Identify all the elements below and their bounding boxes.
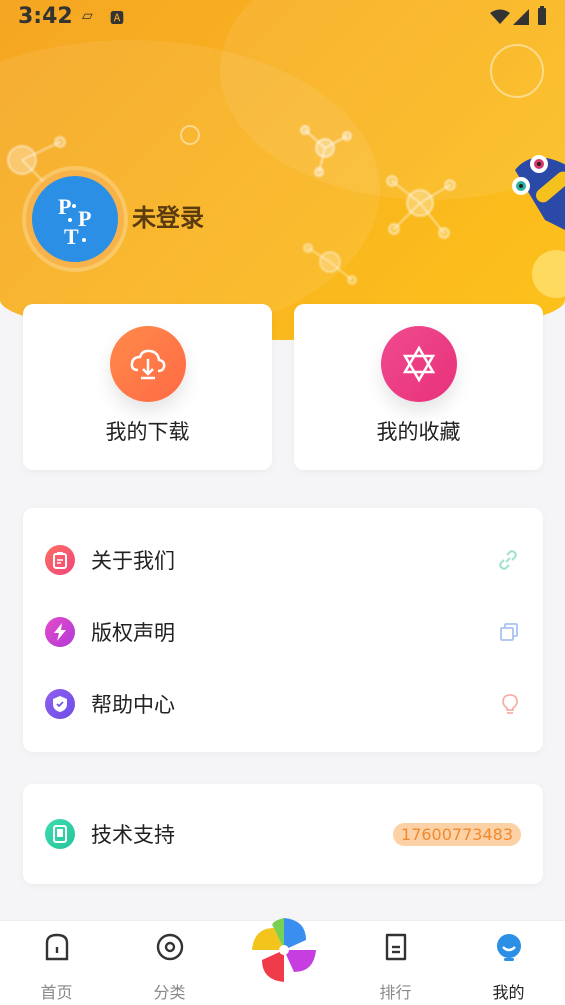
- profile-icon: [497, 934, 521, 961]
- pinwheel-icon[interactable]: [248, 914, 320, 986]
- menu-card: 关于我们 版权声明 帮助中心: [23, 508, 543, 752]
- bulb-icon: [502, 694, 518, 714]
- menu-item-about[interactable]: 关于我们: [23, 532, 543, 588]
- menu-item-label: 版权声明: [91, 621, 175, 645]
- signal-icon: [513, 9, 529, 25]
- support-card: 技术支持 17600773483: [23, 784, 543, 884]
- phone-number-badge[interactable]: 17600773483: [393, 822, 521, 846]
- category-icon: [156, 933, 184, 961]
- copy-icon: [500, 623, 518, 641]
- svg-text:P: P: [78, 206, 91, 231]
- username[interactable]: 未登录: [132, 198, 204, 233]
- tab-category[interactable]: 分类: [113, 921, 226, 1005]
- menu-item-support[interactable]: 技术支持 17600773483: [23, 806, 543, 862]
- app-notification-icon: 🅰: [110, 11, 124, 27]
- ranking-icon: [385, 933, 407, 961]
- menu-item-copyright[interactable]: 版权声明: [23, 604, 543, 660]
- menu-item-label: 关于我们: [91, 549, 175, 573]
- link-icon: [499, 550, 517, 570]
- ptp-logo-icon: P P T: [58, 194, 91, 249]
- downloads-label: 我的下载: [105, 420, 190, 444]
- tab-ranking[interactable]: 排行: [339, 921, 452, 1005]
- downloads-card[interactable]: 我的下载: [23, 304, 272, 470]
- decor-bubble: [532, 250, 565, 298]
- favorites-card[interactable]: 我的收藏: [294, 304, 543, 470]
- menu-item-label: 技术支持: [91, 823, 175, 847]
- star-of-david-icon: [381, 326, 457, 402]
- tab-label: 首页: [40, 983, 73, 1002]
- notification-icon: ▱: [82, 8, 93, 24]
- status-bar: 3:42 ▱ 🅰: [0, 0, 565, 36]
- molecule-decor-icon: [299, 124, 353, 178]
- home-icon: [45, 933, 69, 961]
- tab-profile[interactable]: 我的: [452, 921, 565, 1005]
- mascot-icon: [512, 155, 565, 230]
- avatar[interactable]: P P T: [26, 170, 124, 268]
- clipboard-icon: [45, 545, 75, 575]
- shield-icon: [45, 689, 75, 719]
- tab-label: 我的: [492, 983, 525, 1002]
- svg-text:T: T: [64, 224, 79, 249]
- phone-icon: [45, 819, 75, 849]
- decor-bubble: [180, 125, 200, 145]
- lightning-icon: [45, 617, 75, 647]
- molecule-decor-icon: [385, 174, 457, 240]
- cloud-download-icon: [110, 326, 186, 402]
- molecule-decor-icon: [302, 242, 358, 286]
- tab-home[interactable]: 首页: [0, 921, 113, 1005]
- wifi-icon: [490, 9, 510, 24]
- favorites-label: 我的收藏: [376, 420, 461, 444]
- status-time: 3:42: [18, 4, 73, 29]
- menu-item-label: 帮助中心: [91, 693, 175, 717]
- tab-label: 分类: [153, 983, 186, 1002]
- tab-label: 排行: [379, 983, 412, 1002]
- svg-text:P: P: [58, 194, 71, 219]
- decor-bubble: [490, 44, 544, 98]
- menu-item-help[interactable]: 帮助中心: [23, 676, 543, 732]
- battery-icon: [538, 6, 546, 25]
